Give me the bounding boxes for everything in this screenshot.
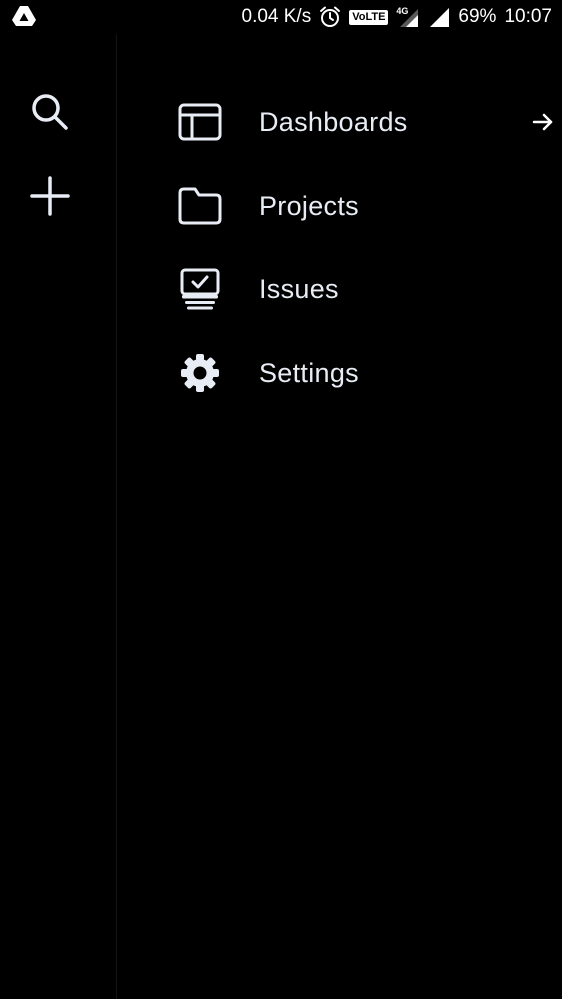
menu-item-label: Issues <box>259 273 339 304</box>
add-button[interactable] <box>22 170 78 226</box>
menu-item-projects[interactable]: Projects <box>117 171 562 241</box>
search-icon <box>30 92 70 137</box>
signal-full-icon <box>428 6 450 28</box>
signal-icon: 4G <box>396 6 420 28</box>
net-speed: 0.04 K/s <box>241 6 312 27</box>
drive-icon <box>12 5 36 27</box>
menu-item-label: Projects <box>259 190 359 221</box>
side-rail <box>0 34 117 999</box>
menu-item-label: Settings <box>259 357 359 388</box>
clock: 10:07 <box>504 6 552 27</box>
issues-icon <box>177 266 223 312</box>
menu-item-issues[interactable]: Issues <box>117 254 562 324</box>
menu-item-dashboards[interactable]: Dashboards <box>117 87 562 157</box>
alarm-icon <box>319 6 341 28</box>
arrow-right-icon[interactable] <box>530 109 556 135</box>
status-bar: 0.04 K/s VoLTE 4G 69% 10:07 <box>0 0 562 34</box>
search-button[interactable] <box>22 86 78 142</box>
volte-badge: VoLTE <box>349 9 389 25</box>
menu-item-label: Dashboards <box>259 106 408 137</box>
dashboard-icon <box>177 99 223 145</box>
plus-icon <box>30 175 70 221</box>
status-indicators: 0.04 K/s VoLTE 4G 69% 10:07 <box>241 0 552 34</box>
battery-percent: 69% <box>458 6 497 27</box>
menu-item-settings[interactable]: Settings <box>117 338 562 408</box>
gear-icon <box>177 350 223 396</box>
folder-icon <box>177 183 223 229</box>
